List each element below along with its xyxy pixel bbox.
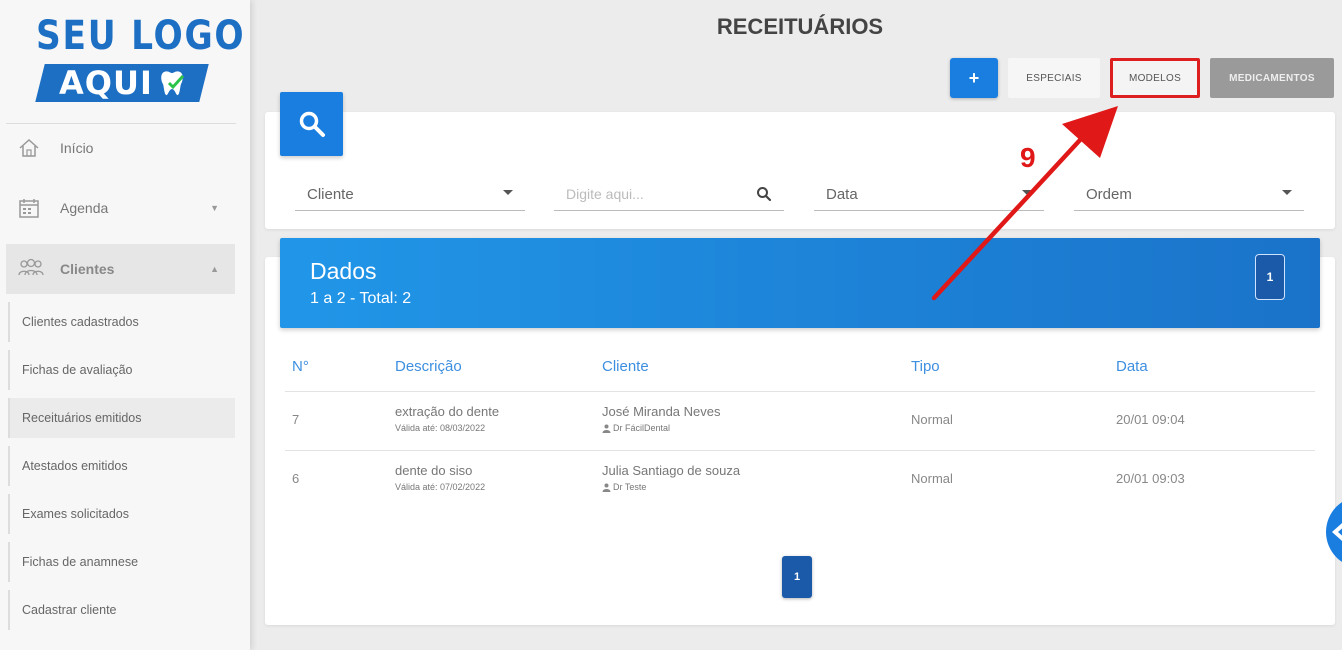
row-num: 6 xyxy=(292,471,300,486)
brand-logo[interactable]: SEU LOGO AQUI xyxy=(35,13,246,106)
column-header-cliente[interactable]: Cliente xyxy=(602,358,649,375)
sidebar-item-inicio[interactable]: Início xyxy=(6,123,235,173)
search-icon[interactable] xyxy=(756,186,772,202)
cliente-select[interactable]: Cliente xyxy=(295,178,525,211)
sidebar: SEU LOGO AQUI Início Agenda ▼ Clientes ▲… xyxy=(0,0,250,650)
page-indicator-button[interactable]: 1 xyxy=(1255,254,1285,300)
chevron-up-icon: ▲ xyxy=(210,264,219,274)
row-cliente: José Miranda Neves xyxy=(602,404,721,419)
medicamentos-button[interactable]: MEDICAMENTOS xyxy=(1210,58,1334,98)
especiais-button[interactable]: ESPECIAIS xyxy=(1008,58,1100,98)
sidebar-subitem-anamnese[interactable]: Fichas de anamnese xyxy=(8,542,235,582)
row-doutor: Dr Teste xyxy=(613,482,647,492)
data-panel-title: Dados xyxy=(310,258,377,284)
dropdown-arrow-icon xyxy=(503,190,513,195)
search-icon xyxy=(299,111,325,137)
modelos-button[interactable]: MODELOS xyxy=(1110,58,1200,98)
sidebar-subitem-fichas-avaliacao[interactable]: Fichas de avaliação xyxy=(8,350,235,390)
dropdown-arrow-icon xyxy=(1282,190,1292,195)
row-descricao: dente do siso xyxy=(395,463,473,478)
page-title: RECEITUÁRIOS xyxy=(716,14,884,39)
table-divider xyxy=(285,450,1315,451)
sidebar-subitem-receituarios[interactable]: Receituários emitidos xyxy=(8,398,235,438)
row-num: 7 xyxy=(292,412,300,427)
logo-text-top: SEU LOGO xyxy=(36,13,246,59)
annotation-step-number: 9 xyxy=(1020,142,1036,173)
search-input[interactable] xyxy=(554,186,734,202)
column-header-tipo[interactable]: Tipo xyxy=(911,358,940,375)
sidebar-item-label: Clientes xyxy=(60,261,115,277)
dropdown-arrow-icon xyxy=(1022,190,1032,195)
data-select-label: Data xyxy=(826,185,858,203)
ordem-select-label: Ordem xyxy=(1086,185,1132,203)
chevron-left-icon xyxy=(1332,523,1342,541)
users-icon xyxy=(18,258,44,276)
user-icon xyxy=(602,424,611,433)
calendar-icon xyxy=(19,199,39,218)
table-divider xyxy=(285,391,1315,392)
sidebar-item-label: Início xyxy=(60,140,94,156)
tooth-icon xyxy=(161,71,185,96)
column-header-data[interactable]: Data xyxy=(1116,358,1148,375)
row-validade: Válida até: 08/03/2022 xyxy=(395,423,486,433)
sidebar-subitem-exames[interactable]: Exames solicitados xyxy=(8,494,235,534)
cliente-select-label: Cliente xyxy=(307,185,354,203)
data-panel-count: 1 a 2 - Total: 2 xyxy=(310,290,412,307)
row-data: 20/01 09:03 xyxy=(1116,471,1185,486)
column-header-num[interactable]: N° xyxy=(292,358,309,375)
row-doutor: Dr FácilDental xyxy=(613,423,671,433)
sidebar-subitem-cadastrar-cliente[interactable]: Cadastrar cliente xyxy=(8,590,235,630)
home-icon xyxy=(19,138,39,157)
user-icon xyxy=(602,483,611,492)
sidebar-item-agenda[interactable]: Agenda ▼ xyxy=(6,183,235,233)
column-header-descricao[interactable]: Descrição xyxy=(395,358,462,375)
row-cliente: Julia Santiago de souza xyxy=(602,463,741,478)
chevron-down-icon: ▼ xyxy=(210,203,219,213)
row-tipo: Normal xyxy=(911,471,953,486)
data-panel-header: Dados 1 a 2 - Total: 2 1 xyxy=(280,238,1320,328)
sidebar-subitem-atestados[interactable]: Atestados emitidos xyxy=(8,446,235,486)
sidebar-subitem-clientes-cadastrados[interactable]: Clientes cadastrados xyxy=(8,302,235,342)
row-data: 20/01 09:04 xyxy=(1116,412,1185,427)
row-descricao: extração do dente xyxy=(395,404,500,419)
logo-text-bottom: AQUI xyxy=(59,64,153,102)
sidebar-item-clientes[interactable]: Clientes ▲ xyxy=(6,244,235,294)
search-field[interactable] xyxy=(554,178,784,211)
search-toggle-button[interactable] xyxy=(280,92,343,156)
ordem-select[interactable]: Ordem xyxy=(1074,178,1304,211)
filter-panel xyxy=(265,112,1335,229)
pagination-page-button[interactable]: 1 xyxy=(782,556,812,598)
logo-banner: AQUI xyxy=(35,64,209,102)
row-tipo: Normal xyxy=(911,412,953,427)
sidebar-item-label: Agenda xyxy=(60,200,109,216)
row-validade: Válida até: 07/02/2022 xyxy=(395,482,486,492)
data-select[interactable]: Data xyxy=(814,178,1044,211)
add-button[interactable]: + xyxy=(950,58,998,98)
